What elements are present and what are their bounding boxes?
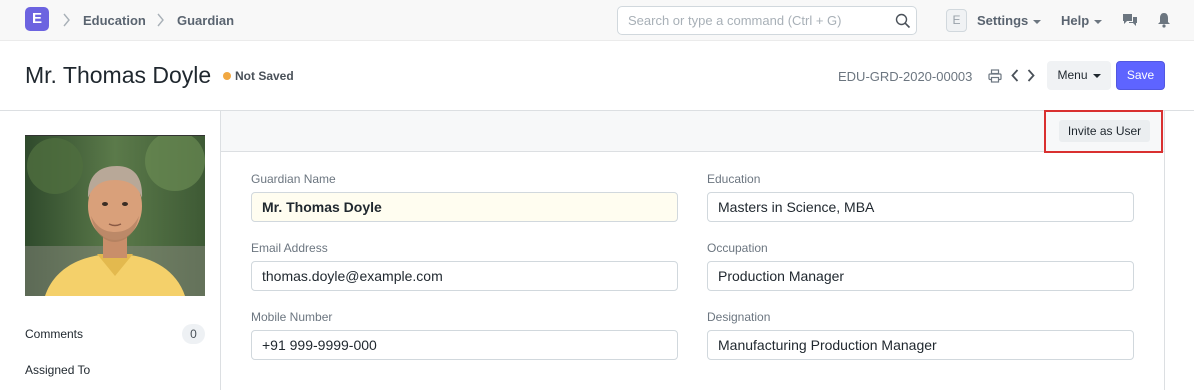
guardian-name-label: Guardian Name [251, 172, 336, 186]
status-badge: Not Saved [235, 69, 294, 83]
mobile-number-label: Mobile Number [251, 310, 333, 324]
breadcrumb-education[interactable]: Education [83, 13, 146, 28]
mobile-number-field[interactable] [251, 330, 678, 360]
education-field[interactable] [707, 192, 1134, 222]
education-label: Education [707, 172, 761, 186]
email-address-label: Email Address [251, 241, 328, 255]
chevron-right-icon [157, 13, 164, 27]
assigned-to-label[interactable]: Assigned To [25, 363, 90, 377]
menu-label: Menu [1057, 68, 1088, 82]
occupation-label: Occupation [707, 241, 768, 255]
help-dropdown[interactable]: Help [1061, 13, 1103, 28]
form-toolbar [221, 111, 1164, 152]
designation-field[interactable] [707, 330, 1134, 360]
chat-icon[interactable] [1122, 12, 1138, 28]
bell-icon[interactable] [1157, 12, 1171, 28]
comments-label[interactable]: Comments [25, 327, 83, 341]
email-address-field[interactable] [251, 261, 678, 291]
caret-down-icon [1092, 73, 1101, 78]
comments-count-badge: 0 [182, 324, 205, 344]
guardian-name-field[interactable] [251, 192, 678, 222]
search-input[interactable] [618, 7, 888, 34]
caret-down-icon [1094, 19, 1103, 24]
designation-label: Designation [707, 310, 771, 324]
page-title: Mr. Thomas Doyle [25, 62, 212, 88]
invite-as-user-button[interactable]: Invite as User [1059, 120, 1150, 142]
help-label: Help [1061, 13, 1090, 28]
guardian-photo[interactable] [25, 135, 205, 296]
user-avatar[interactable]: E [946, 9, 967, 32]
portrait-image [25, 136, 205, 296]
breadcrumb-guardian[interactable]: Guardian [177, 13, 234, 28]
save-button[interactable]: Save [1116, 61, 1165, 90]
caret-down-icon [1033, 19, 1042, 24]
status-indicator-dot [223, 72, 231, 80]
settings-label: Settings [977, 13, 1029, 28]
app-logo[interactable]: E [25, 7, 49, 31]
occupation-field[interactable] [707, 261, 1134, 291]
menu-button[interactable]: Menu [1047, 61, 1111, 90]
print-icon[interactable] [988, 69, 1002, 83]
document-name: EDU-GRD-2020-00003 [838, 69, 973, 84]
search-bar [617, 6, 917, 35]
chevron-right-icon [63, 13, 70, 27]
settings-dropdown[interactable]: Settings [977, 13, 1042, 28]
chevron-left-icon[interactable] [1010, 68, 1020, 83]
chevron-right-icon[interactable] [1026, 68, 1036, 83]
search-icon[interactable] [895, 13, 911, 29]
